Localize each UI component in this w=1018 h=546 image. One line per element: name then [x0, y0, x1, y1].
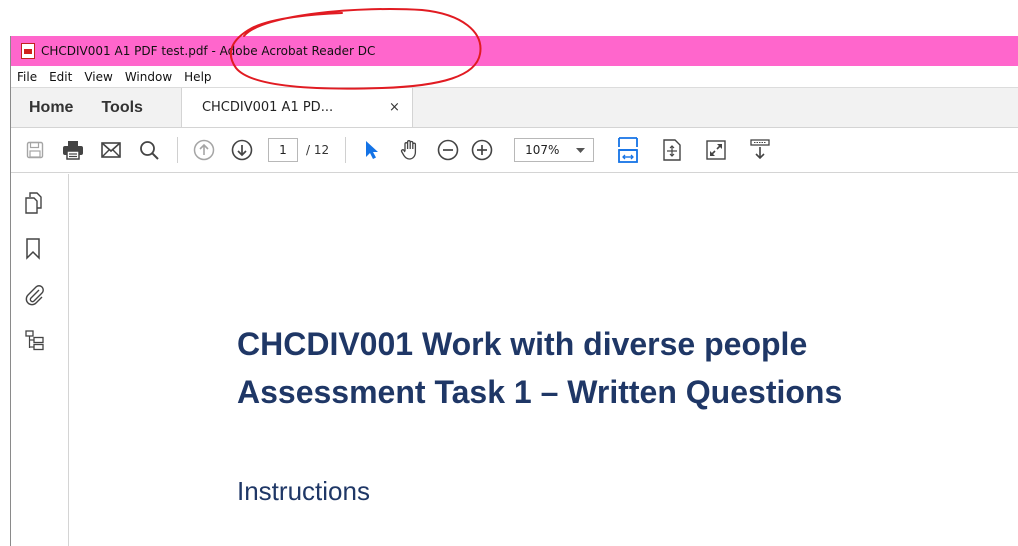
document-section-heading: Instructions — [237, 476, 370, 506]
window-title-separator: - — [207, 44, 220, 58]
layers-icon[interactable] — [25, 330, 44, 352]
next-page-icon[interactable] — [230, 138, 254, 162]
search-icon[interactable] — [137, 138, 161, 162]
select-icon[interactable] — [360, 138, 384, 162]
save-icon[interactable] — [23, 138, 47, 162]
toolbar-divider — [345, 137, 347, 163]
toolbar-divider — [177, 137, 178, 163]
document-view[interactable]: CHCDIV001 Work with diverse people Asses… — [69, 174, 1018, 546]
page-number-input[interactable]: 1 — [268, 138, 298, 162]
tab-document-label: CHCDIV001 A1 PD... — [201, 100, 334, 115]
left-navigation-rail — [11, 174, 69, 546]
title-bar: CHCDIV001 A1 PDF test.pdf - Adobe Acroba… — [11, 36, 1018, 66]
toolbar: 1 / 12 107% — [11, 128, 1018, 173]
more-tools-icon[interactable] — [748, 138, 772, 162]
fit-width-icon[interactable] — [616, 137, 640, 163]
close-tab-icon[interactable]: × — [389, 100, 400, 115]
tab-home[interactable]: Home — [11, 88, 91, 127]
attachment-icon[interactable] — [25, 284, 44, 306]
red-annotation-circle — [229, 8, 482, 90]
tab-tools[interactable]: Tools — [91, 88, 160, 127]
menu-window[interactable]: Window — [119, 70, 178, 84]
menu-view[interactable]: View — [78, 70, 118, 84]
fit-page-icon[interactable] — [660, 138, 684, 162]
zoom-dropdown[interactable]: 107% — [514, 138, 595, 162]
menu-help[interactable]: Help — [178, 70, 217, 84]
email-icon[interactable] — [99, 138, 123, 162]
pdf-file-icon — [21, 43, 35, 59]
fullscreen-icon[interactable] — [704, 138, 728, 162]
document-title-line-2: Assessment Task 1 – Written Questions — [237, 374, 843, 410]
zoom-out-icon[interactable] — [436, 138, 460, 162]
hand-icon[interactable] — [398, 138, 422, 162]
tab-row: Home Tools CHCDIV001 A1 PD... × — [11, 88, 1018, 128]
acrobat-window: CHCDIV001 A1 PDF test.pdf - Adobe Acroba… — [10, 36, 1018, 546]
print-icon[interactable] — [61, 138, 85, 162]
bookmark-icon[interactable] — [25, 238, 43, 260]
pages-icon[interactable] — [25, 192, 43, 214]
zoom-in-icon[interactable] — [470, 138, 494, 162]
menu-file[interactable]: File — [11, 70, 43, 84]
menu-bar: File Edit View Window Help — [11, 66, 1018, 88]
prev-page-icon[interactable] — [192, 138, 216, 162]
window-title-file: CHCDIV001 A1 PDF test.pdf — [41, 44, 208, 58]
zoom-value: 107% — [525, 143, 560, 157]
page-total: / 12 — [306, 143, 330, 157]
menu-edit[interactable]: Edit — [43, 70, 78, 84]
document-title-line-1: CHCDIV001 Work with diverse people — [237, 326, 808, 362]
chevron-down-icon — [576, 143, 586, 157]
